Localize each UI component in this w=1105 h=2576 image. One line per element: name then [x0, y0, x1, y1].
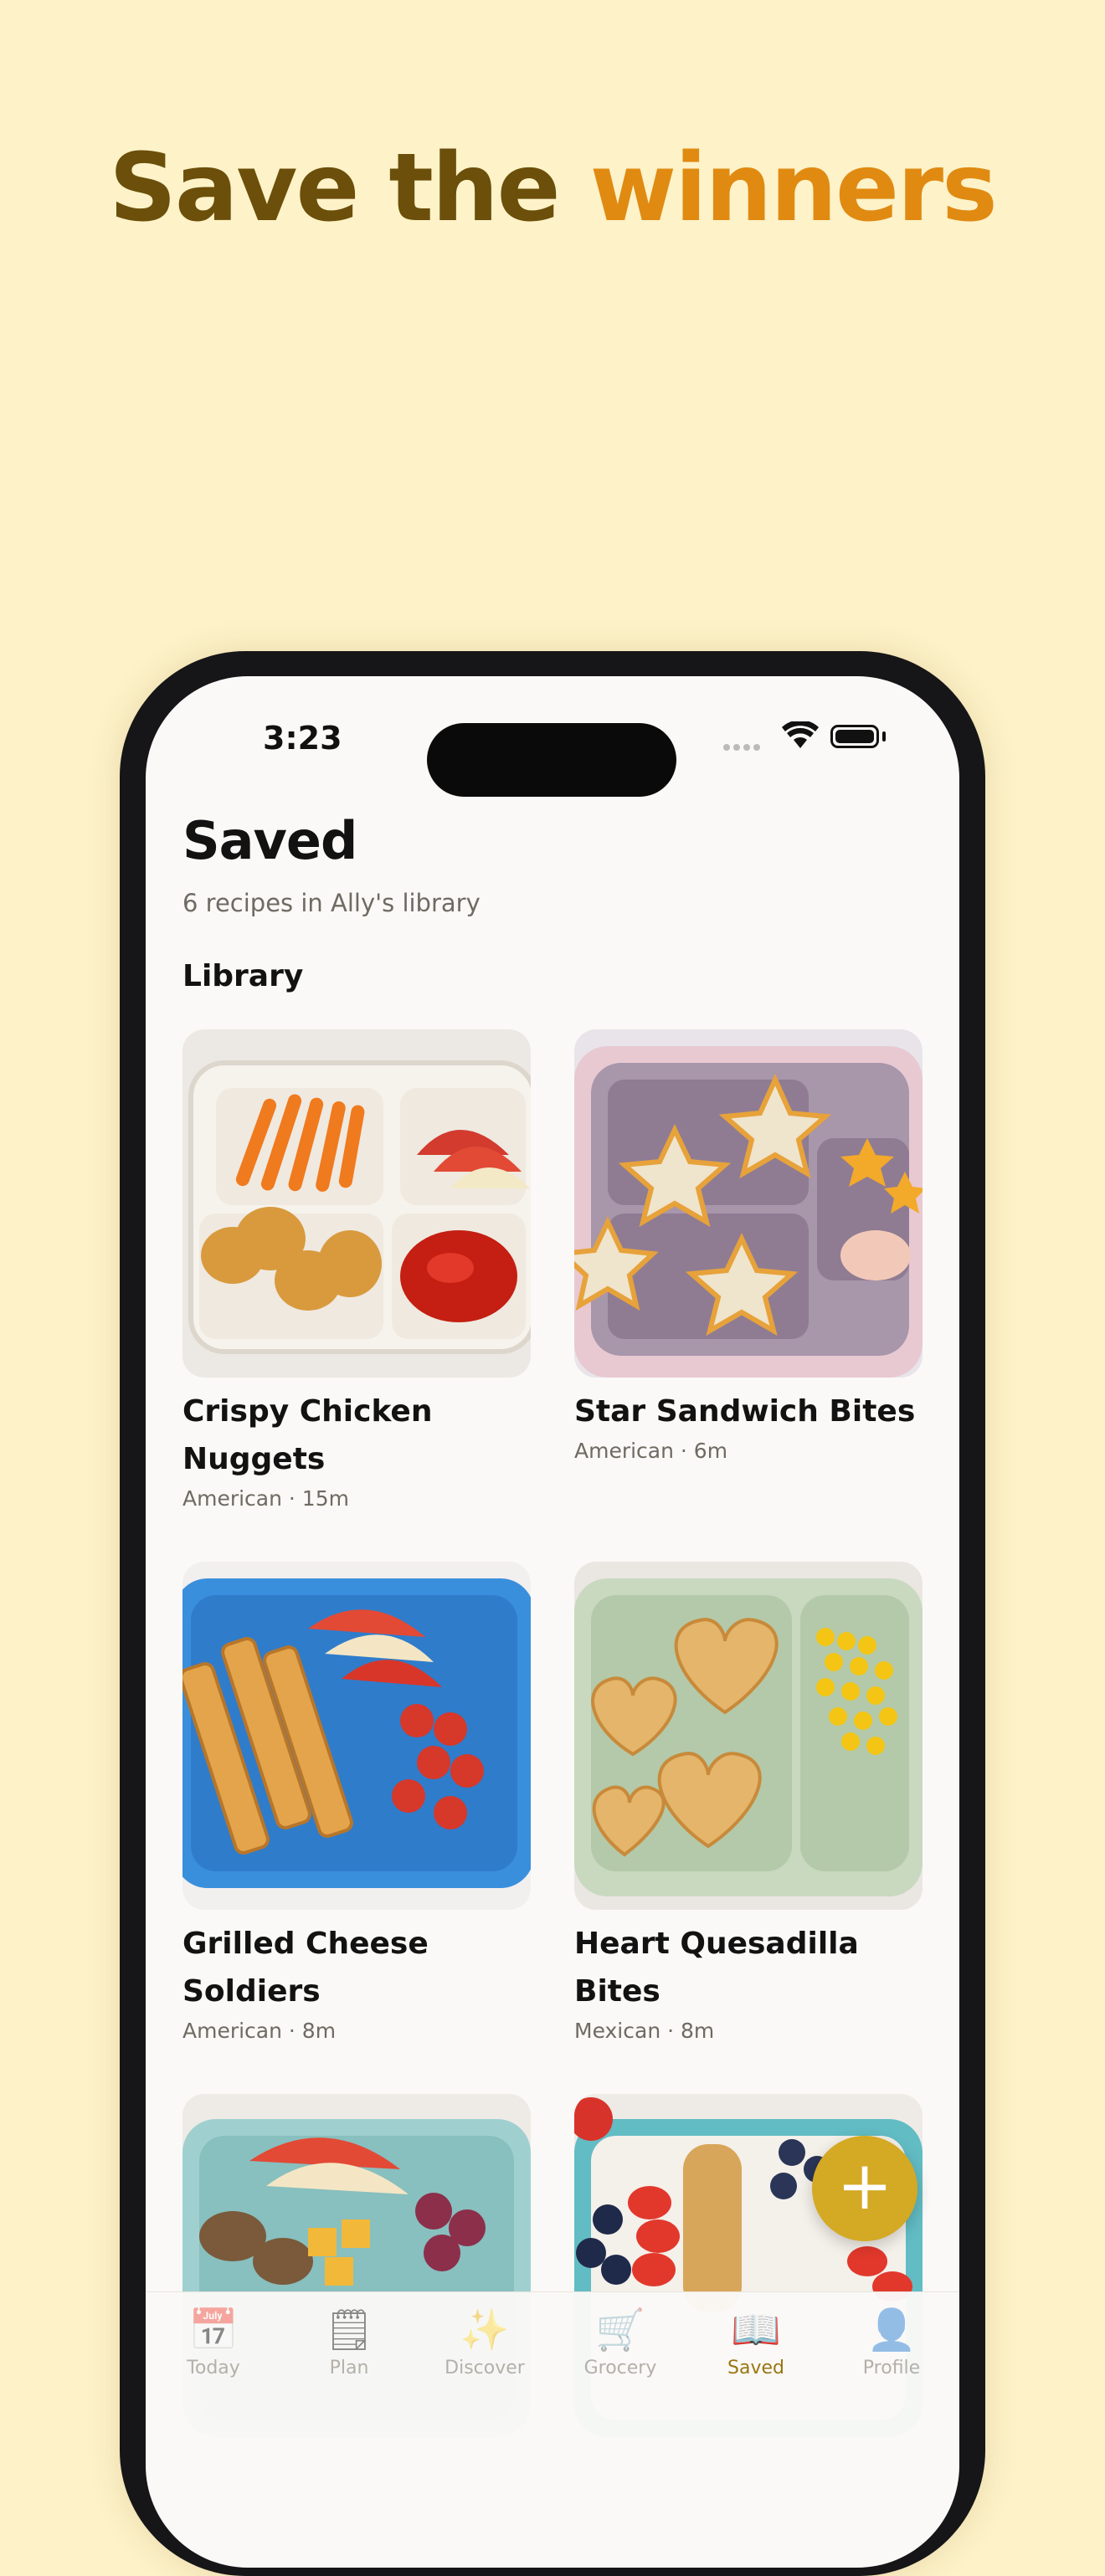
tab-label: Grocery: [583, 2358, 657, 2378]
wifi-icon: [782, 721, 819, 748]
recipe-image-heart-quesadilla: [574, 1562, 923, 1910]
book-icon: 📖: [731, 2307, 781, 2353]
dynamic-island: [427, 723, 676, 797]
tab-bar: 📅 Today 🗒 Plan ✨ Discover 🛒 Grocery 📖 Sa…: [146, 2291, 959, 2460]
person-icon: 👤: [866, 2307, 917, 2353]
status-time: 3:23: [263, 720, 342, 757]
recipe-image-nuggets: [182, 1029, 531, 1378]
calendar-icon: 📅: [188, 2307, 239, 2353]
tab-label: Profile: [862, 2358, 921, 2378]
recipe-meta: American · 15m: [182, 1486, 349, 1511]
headline: Save the winners: [0, 134, 1105, 243]
recipe-card[interactable]: Star Sandwich Bites American · 6m: [574, 1029, 923, 1463]
recipe-name: Heart Quesadilla Bites: [574, 1927, 859, 2009]
tab-label: Discover: [445, 2358, 525, 2378]
tab-saved[interactable]: 📖 Saved: [688, 2306, 824, 2378]
recipe-name: Crispy Chicken Nuggets: [182, 1394, 433, 1476]
tab-label: Plan: [329, 2358, 369, 2378]
recipe-meta: American · 8m: [182, 2019, 337, 2043]
recipe-image-grilled-cheese: [182, 1562, 531, 1910]
battery-icon: [830, 725, 879, 748]
recipe-meta: American · 6m: [574, 1439, 728, 1463]
tab-today[interactable]: 📅 Today: [146, 2306, 281, 2378]
recipe-meta: Mexican · 8m: [574, 2019, 715, 2043]
tab-profile[interactable]: 👤 Profile: [824, 2306, 959, 2378]
notepad-icon: 🗒: [323, 2307, 375, 2353]
recipe-image-star-sandwich: [574, 1029, 923, 1378]
recipe-name: Star Sandwich Bites: [574, 1394, 916, 1429]
cart-icon: 🛒: [595, 2307, 645, 2353]
recipe-name: Grilled Cheese Soldiers: [182, 1927, 429, 2009]
status-icons: [723, 720, 916, 762]
phone-screen: 3:23 Saved 6 recipes in Ally's library L…: [146, 676, 959, 2568]
recipe-card[interactable]: Heart Quesadilla Bites Mexican · 8m: [574, 1562, 923, 2043]
tab-label: Saved: [727, 2358, 784, 2378]
sparkles-icon: ✨: [460, 2307, 510, 2353]
recipe-card[interactable]: Crispy Chicken Nuggets American · 15m: [182, 1029, 531, 1511]
headline-part1: Save the: [109, 134, 590, 243]
tab-label: Today: [187, 2358, 240, 2378]
add-recipe-button[interactable]: +: [812, 2136, 917, 2241]
battery-tip: [882, 731, 886, 741]
tab-plan[interactable]: 🗒 Plan: [281, 2306, 417, 2378]
tab-grocery[interactable]: 🛒 Grocery: [552, 2306, 688, 2378]
headline-accent: winners: [589, 134, 998, 243]
page-title: Saved: [182, 810, 357, 871]
signal-icon: [723, 738, 765, 751]
section-title-library: Library: [182, 959, 304, 993]
recipe-card[interactable]: Grilled Cheese Soldiers American · 8m: [182, 1562, 531, 2043]
tab-discover[interactable]: ✨ Discover: [417, 2306, 552, 2378]
page-subtitle: 6 recipes in Ally's library: [182, 889, 481, 917]
